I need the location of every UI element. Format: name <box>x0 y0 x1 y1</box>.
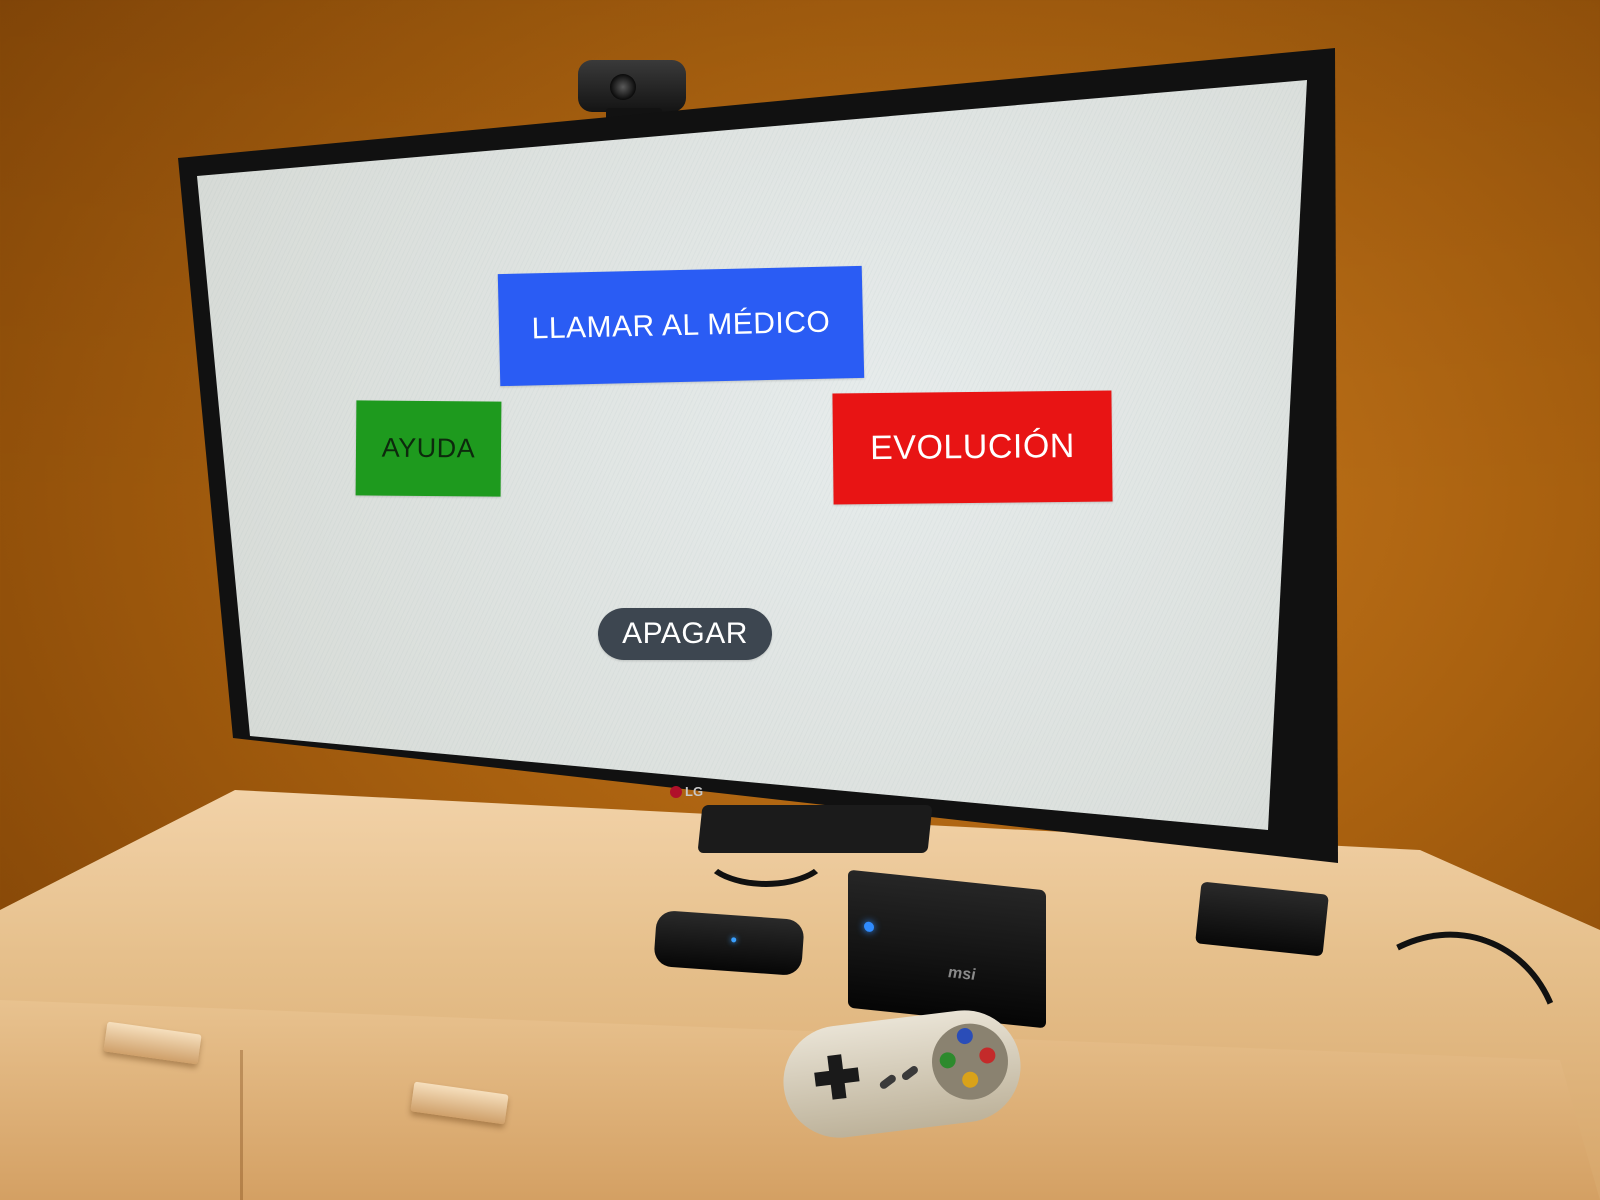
call-doctor-button[interactable]: LLAMAR AL MÉDICO <box>497 265 865 387</box>
power-led-icon <box>864 921 874 933</box>
lg-logo-icon <box>670 785 682 798</box>
select-button[interactable] <box>878 1073 898 1091</box>
power-off-label: APAGAR <box>622 617 748 650</box>
tv-brand-text: LG <box>685 784 704 799</box>
mobile-router <box>653 909 805 977</box>
power-off-button[interactable]: APAGAR <box>598 608 772 660</box>
tv-brand-logo: LG <box>670 784 703 799</box>
mini-pc-brand: msi <box>948 964 976 985</box>
help-button[interactable]: AYUDA <box>355 400 502 497</box>
start-button[interactable] <box>900 1064 920 1082</box>
mini-pc: msi <box>848 869 1046 1029</box>
webcam <box>578 60 686 112</box>
call-doctor-label: LLAMAR AL MÉDICO <box>531 305 831 346</box>
tv-cable-loop <box>700 815 832 887</box>
evolution-label: EVOLUCIÓN <box>869 426 1076 468</box>
help-label: AYUDA <box>381 432 476 464</box>
router-status-led-icon <box>731 937 737 943</box>
power-adapter <box>1195 881 1329 957</box>
evolution-button[interactable]: EVOLUCIÓN <box>832 390 1113 505</box>
webcam-lens-icon <box>610 74 636 100</box>
drawer-divider <box>240 1050 243 1200</box>
dpad-vertical-icon[interactable] <box>827 1054 847 1100</box>
